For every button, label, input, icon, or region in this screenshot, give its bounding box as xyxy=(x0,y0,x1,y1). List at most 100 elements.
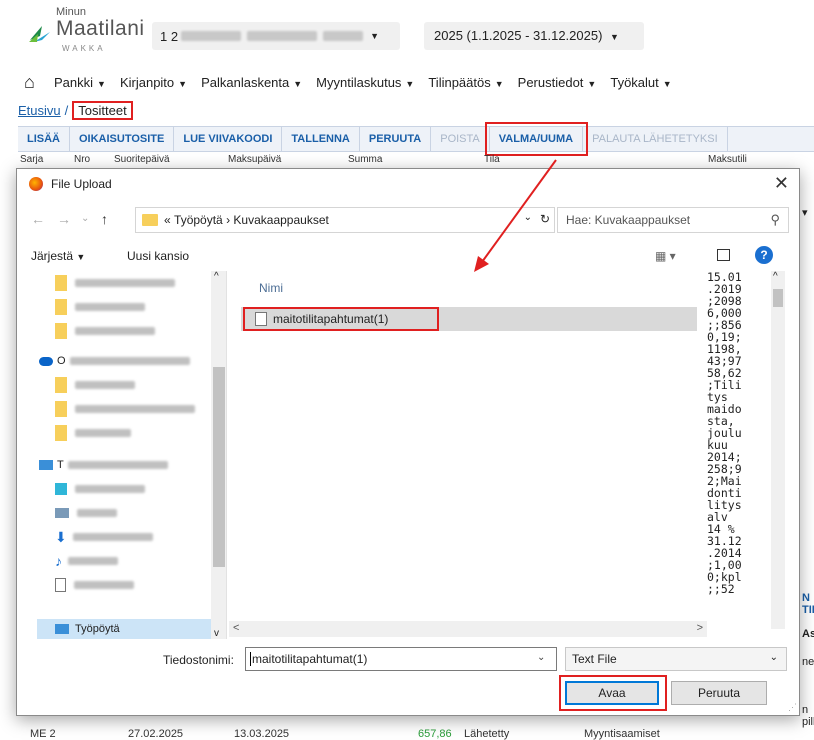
col-maksupaiva[interactable]: Maksupäivä xyxy=(228,154,281,165)
file-upload-dialog: File Upload ✕ ← → ⌄ ↑ « Työpöytä › Kuvak… xyxy=(16,168,800,716)
app-header: Minun Maatilani WAKKA 1 2 ▼ 2025 (1.1.20… xyxy=(0,0,814,66)
cancel-button[interactable]: Peruuta xyxy=(671,681,767,705)
preview-pane: 15.01 .2019 ;2098 6,000 ;;856 0,19; 1198… xyxy=(707,271,742,596)
forward-arrow-icon[interactable]: → xyxy=(57,211,71,227)
recent-chevron-icon[interactable]: ⌄ xyxy=(81,213,89,224)
chevron-down-icon: ▼ xyxy=(178,78,188,89)
address-folder-kuvakaappaukset[interactable]: Kuvakaappaukset xyxy=(233,213,328,227)
logo-maatilani: Maatilani xyxy=(56,17,145,40)
resize-grip-icon[interactable]: ⋰ xyxy=(788,702,797,713)
nav-item[interactable]: ♪ xyxy=(55,551,118,571)
nav-item[interactable] xyxy=(55,297,145,317)
tallenna-button[interactable]: TALLENNA xyxy=(282,127,360,151)
nav-item[interactable] xyxy=(55,479,145,499)
nav-item[interactable] xyxy=(55,399,195,419)
column-name[interactable]: Nimi xyxy=(259,281,283,295)
nav-scroll-thumb[interactable] xyxy=(213,367,225,567)
scroll-left-icon[interactable]: < xyxy=(233,622,239,634)
file-type-select[interactable]: Text File ⌄ xyxy=(565,647,787,671)
search-input[interactable]: Hae: Kuvakaappaukset ⚲ xyxy=(557,207,789,233)
breadcrumb-home[interactable]: Etusivu xyxy=(18,103,61,118)
col-summa[interactable]: Summa xyxy=(348,154,382,165)
voucher-toolbar: LISÄÄ OIKAISUTOSITE LUE VIIVAKOODI TALLE… xyxy=(18,122,814,156)
organize-button[interactable]: Järjestä ▼ xyxy=(31,249,85,263)
address-prefix: « xyxy=(164,213,171,227)
navigation-pane[interactable]: O T ⬇ ♪ Työpöytä ^ v xyxy=(17,271,227,639)
menu-perustiedot[interactable]: Perustiedot ▼ xyxy=(518,75,597,90)
leaf-logo-icon xyxy=(29,26,50,42)
new-folder-button[interactable]: Uusi kansio xyxy=(127,249,189,263)
palauta-button[interactable]: PALAUTA LÄHETETYKSI xyxy=(583,127,728,151)
dialog-titlebar[interactable]: File Upload ✕ xyxy=(17,169,799,199)
address-bar[interactable]: « Työpöytä › Kuvakaappaukset ⌄ ↻ xyxy=(135,207,555,233)
cell-maksutili: Myyntisaamiset xyxy=(584,728,660,740)
col-suoritepaiva[interactable]: Suoritepäivä xyxy=(114,154,170,165)
open-button[interactable]: Avaa xyxy=(565,681,659,705)
scroll-up-icon[interactable]: ^ xyxy=(773,271,778,282)
file-list[interactable]: Nimi maitotilitapahtumat(1) xyxy=(229,271,699,621)
menu-tyokalut[interactable]: Työkalut ▼ xyxy=(610,75,671,90)
desktop-icon xyxy=(55,624,69,634)
blurred-text xyxy=(72,533,153,541)
menu-palkanlaskenta[interactable]: Palkanlaskenta ▼ xyxy=(201,75,302,90)
document-icon xyxy=(55,578,66,592)
col-nro[interactable]: Nro xyxy=(74,154,90,165)
col-sarja[interactable]: Sarja xyxy=(20,154,43,165)
period-label: 2025 (1.1.2025 - 31.12.2025) xyxy=(434,28,603,43)
refresh-icon[interactable]: ↻ xyxy=(540,212,550,226)
view-options-icon[interactable]: ▦ ▾ xyxy=(655,249,676,263)
address-separator[interactable]: › xyxy=(226,213,230,227)
nav-item[interactable] xyxy=(55,575,134,595)
logo[interactable]: Minun Maatilani WAKKA xyxy=(28,4,148,62)
col-tila[interactable]: Tila xyxy=(484,154,500,165)
lisaa-button[interactable]: LISÄÄ xyxy=(18,127,70,151)
preview-pane-icon[interactable] xyxy=(717,249,730,261)
preview-scrollbar[interactable]: ^ xyxy=(771,271,785,629)
scroll-down-icon[interactable]: v xyxy=(214,628,219,639)
bg-peek-text: nen xyxy=(802,656,814,668)
home-icon[interactable]: ⌂ xyxy=(24,72,54,93)
nav-item[interactable] xyxy=(55,423,131,443)
filename-input[interactable]: maitotilitapahtumat(1) xyxy=(245,647,557,671)
nav-item-onedrive[interactable]: O xyxy=(39,351,190,371)
up-arrow-icon[interactable]: ↑ xyxy=(101,211,108,227)
nav-item[interactable]: ⬇ xyxy=(55,527,153,547)
nav-item[interactable] xyxy=(55,375,135,395)
nav-scrollbar[interactable]: ^ v xyxy=(211,271,226,639)
nav-item[interactable] xyxy=(55,273,175,293)
address-dropdown-icon[interactable]: ⌄ xyxy=(524,212,532,223)
period-select[interactable]: 2025 (1.1.2025 - 31.12.2025) ▼ xyxy=(424,22,644,50)
poista-button[interactable]: POISTA xyxy=(431,127,490,151)
folder-icon xyxy=(55,299,67,315)
nav-item[interactable] xyxy=(55,503,117,523)
col-maksutili[interactable]: Maksutili xyxy=(708,154,747,165)
valma-uuma-button[interactable]: VALMA/UUMA xyxy=(484,122,589,156)
table-row[interactable]: ME 2 27.02.2025 13.03.2025 657,86 Lähete… xyxy=(18,728,814,740)
address-folder-tyopoyta[interactable]: Työpöytä xyxy=(174,213,223,227)
scroll-right-icon[interactable]: > xyxy=(697,622,703,634)
filename-dropdown-icon[interactable]: ⌄ xyxy=(537,652,545,663)
preview-scroll-thumb[interactable] xyxy=(773,289,783,307)
command-bar: Järjestä ▼ Uusi kansio ▦ ▾ ? xyxy=(17,243,799,269)
breadcrumb-current: Tositteet xyxy=(72,100,133,120)
close-icon[interactable]: ✕ xyxy=(774,173,789,194)
company-select[interactable]: 1 2 ▼ xyxy=(152,22,400,50)
blurred-text xyxy=(77,509,117,517)
nav-item-tyopoyta[interactable]: Työpöytä xyxy=(55,619,120,639)
back-arrow-icon[interactable]: ← xyxy=(31,211,45,227)
nav-item[interactable] xyxy=(55,321,155,341)
menu-kirjanpito[interactable]: Kirjanpito ▼ xyxy=(120,75,187,90)
chevron-down-icon: ▼ xyxy=(370,31,379,41)
menu-pankki[interactable]: Pankki ▼ xyxy=(54,75,106,90)
file-list-hscrollbar[interactable]: < > xyxy=(229,621,707,637)
scroll-up-icon[interactable]: ^ xyxy=(214,271,219,282)
menu-myyntilaskutus[interactable]: Myyntilaskutus ▼ xyxy=(316,75,414,90)
nav-item-this-pc[interactable]: T xyxy=(39,455,168,475)
folder-icon xyxy=(55,275,67,291)
menu-tilinpaatos[interactable]: Tilinpäätös ▼ xyxy=(428,75,503,90)
help-icon[interactable]: ? xyxy=(755,246,773,264)
cell-maksupaiva: 13.03.2025 xyxy=(234,728,290,740)
lue-viivakoodi-button[interactable]: LUE VIIVAKOODI xyxy=(174,127,283,151)
oikaisutosite-button[interactable]: OIKAISUTOSITE xyxy=(70,127,175,151)
peruuta-button[interactable]: PERUUTA xyxy=(360,127,432,151)
